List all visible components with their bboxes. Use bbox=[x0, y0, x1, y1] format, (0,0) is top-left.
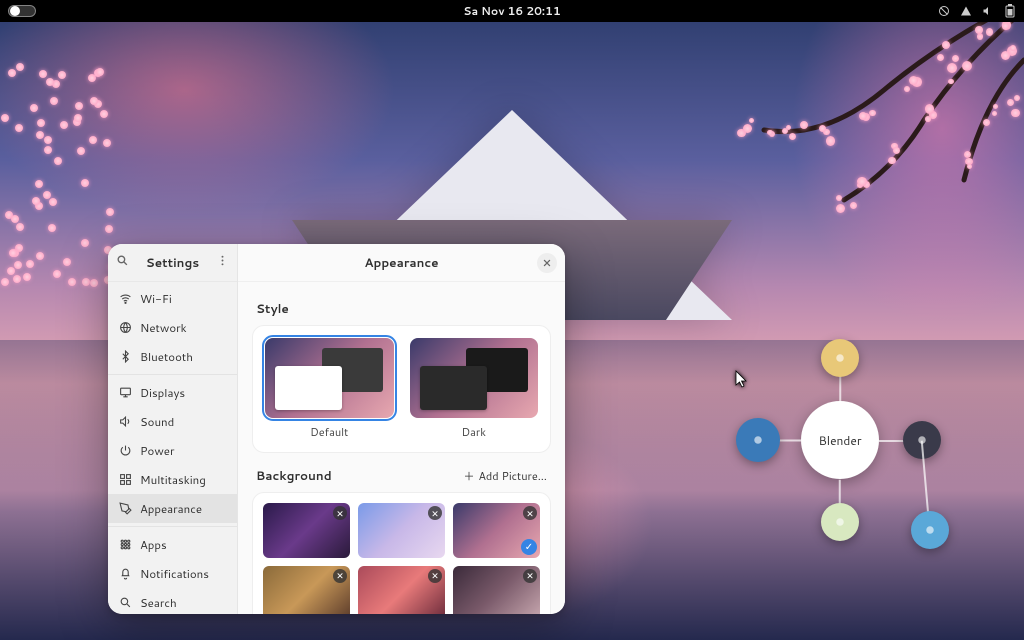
page-title: Appearance bbox=[364, 254, 438, 271]
sidebar-item-label: Bluetooth bbox=[140, 348, 193, 365]
settings-window: Settings Wi-Fi Network Bluetooth Displays So… bbox=[108, 244, 565, 614]
style-option-default[interactable]: Default bbox=[265, 338, 394, 440]
sidebar-item-label: Power bbox=[140, 442, 174, 459]
pie-app-blender[interactable] bbox=[736, 418, 780, 462]
style-card: Default Dark bbox=[252, 325, 551, 453]
plus-icon: ＋ bbox=[463, 468, 474, 484]
pie-app-inkscape[interactable] bbox=[821, 503, 859, 541]
pie-menu-center[interactable]: Blender bbox=[801, 401, 879, 479]
sidebar-item-label: Appearance bbox=[140, 500, 202, 517]
content-header: Appearance bbox=[238, 244, 565, 282]
speaker-icon bbox=[118, 415, 132, 428]
sidebar-item-appearance[interactable]: Appearance bbox=[108, 494, 237, 523]
sidebar-item-label: Notifications bbox=[140, 565, 209, 582]
activities-toggle[interactable] bbox=[8, 5, 36, 17]
sidebar-item-label: Displays bbox=[140, 384, 185, 401]
pie-menu: Blender bbox=[730, 330, 950, 550]
pie-app-extra[interactable] bbox=[911, 511, 949, 549]
sidebar-item-label: Sound bbox=[140, 413, 174, 430]
sidebar-item-network[interactable]: Network bbox=[108, 313, 237, 342]
clock[interactable]: Sa Nov 16 20:11 bbox=[463, 3, 560, 19]
sidebar-item-label: Network bbox=[140, 319, 187, 336]
sidebar-item-power[interactable]: Power bbox=[108, 436, 237, 465]
network-tray-icon[interactable] bbox=[960, 5, 972, 17]
remove-wallpaper-icon[interactable]: ✕ bbox=[428, 569, 442, 583]
sidebar-title: Settings bbox=[135, 254, 210, 271]
settings-sidebar: Settings Wi-Fi Network Bluetooth Displays So… bbox=[108, 244, 238, 614]
do-not-disturb-icon[interactable] bbox=[938, 5, 950, 17]
style-thumb bbox=[410, 338, 539, 418]
settings-content: Appearance Style Default Dark Background… bbox=[238, 244, 565, 614]
wifi-icon bbox=[118, 292, 132, 305]
apps-icon bbox=[118, 538, 132, 551]
background-section-label: Background bbox=[256, 467, 332, 484]
brush-icon bbox=[118, 502, 132, 515]
sidebar-item-wifi[interactable]: Wi-Fi bbox=[108, 284, 237, 313]
power-icon bbox=[118, 444, 132, 457]
sidebar-item-bluetooth[interactable]: Bluetooth bbox=[108, 342, 237, 371]
style-thumb bbox=[265, 338, 394, 418]
style-section-label: Style bbox=[256, 300, 547, 317]
sidebar-item-notifications[interactable]: Notifications bbox=[108, 559, 237, 588]
window-close-button[interactable] bbox=[537, 253, 557, 273]
wallpaper-thumb-wp5[interactable]: ✕ bbox=[358, 566, 445, 614]
wallpaper-thumb-wp4[interactable]: ✕ bbox=[263, 566, 350, 614]
sidebar-menu-icon[interactable] bbox=[216, 254, 229, 271]
wallpaper-thumb-wp2[interactable]: ✕ bbox=[358, 503, 445, 557]
sidebar-item-apps[interactable]: Apps bbox=[108, 530, 237, 559]
bluetooth-icon bbox=[118, 350, 132, 363]
selected-check-icon: ✓ bbox=[521, 539, 537, 555]
sidebar-item-sound[interactable]: Sound bbox=[108, 407, 237, 436]
style-option-label: Dark bbox=[462, 424, 486, 440]
style-option-label: Default bbox=[310, 424, 348, 440]
sidebar-search-icon[interactable] bbox=[116, 254, 129, 271]
sidebar-item-label: Search bbox=[140, 594, 177, 611]
display-icon bbox=[118, 386, 132, 399]
remove-wallpaper-icon[interactable]: ✕ bbox=[333, 506, 347, 520]
mouse-cursor bbox=[735, 370, 749, 393]
battery-tray-icon[interactable] bbox=[1004, 5, 1016, 17]
sidebar-item-displays[interactable]: Displays bbox=[108, 378, 237, 407]
background-grid-card: ✕✕✕✓✕✕✕ bbox=[252, 492, 551, 614]
sidebar-item-multitasking[interactable]: Multitasking bbox=[108, 465, 237, 494]
style-option-dark[interactable]: Dark bbox=[410, 338, 539, 440]
add-picture-button[interactable]: ＋ Add Picture… bbox=[463, 468, 547, 484]
wallpaper-thumb-wp3[interactable]: ✕✓ bbox=[453, 503, 540, 557]
sidebar-item-search[interactable]: Search bbox=[108, 588, 237, 614]
pie-app-gimp[interactable] bbox=[821, 339, 859, 377]
bell-icon bbox=[118, 567, 132, 580]
remove-wallpaper-icon[interactable]: ✕ bbox=[333, 569, 347, 583]
remove-wallpaper-icon[interactable]: ✕ bbox=[523, 569, 537, 583]
sidebar-header: Settings bbox=[108, 244, 237, 282]
remove-wallpaper-icon[interactable]: ✕ bbox=[428, 506, 442, 520]
grid-icon bbox=[118, 473, 132, 486]
sidebar-item-label: Wi-Fi bbox=[140, 290, 172, 307]
sidebar-item-label: Apps bbox=[140, 536, 167, 553]
globe-icon bbox=[118, 321, 132, 334]
search-icon bbox=[118, 596, 132, 609]
wallpaper-thumb-wp1[interactable]: ✕ bbox=[263, 503, 350, 557]
remove-wallpaper-icon[interactable]: ✕ bbox=[523, 506, 537, 520]
wallpaper-thumb-wp6[interactable]: ✕ bbox=[453, 566, 540, 614]
sidebar-item-label: Multitasking bbox=[140, 471, 206, 488]
top-panel: Sa Nov 16 20:11 bbox=[0, 0, 1024, 22]
volume-tray-icon[interactable] bbox=[982, 5, 994, 17]
